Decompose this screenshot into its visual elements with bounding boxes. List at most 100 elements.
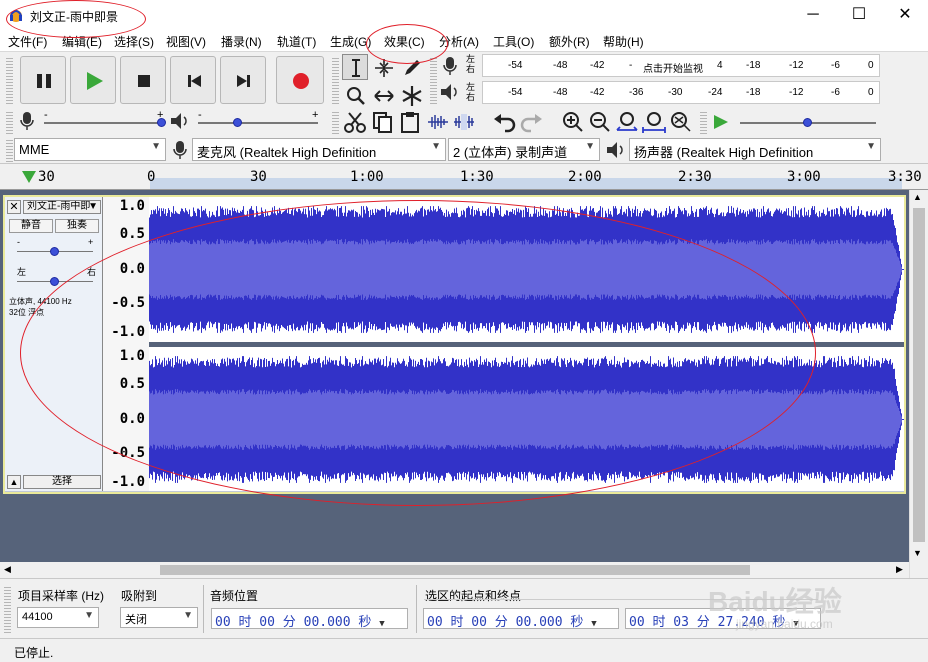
waveform-display[interactable] (149, 197, 904, 491)
audio-position-field[interactable]: 00 时 00 分 00.000 秒 ▼ (211, 608, 408, 629)
recording-device-select[interactable]: 麦克风 (Realtek High Definition ▼ (192, 138, 446, 161)
menu-file[interactable]: 文件(F) (8, 33, 47, 50)
paste-icon[interactable] (398, 110, 424, 134)
selection-range-label: 选区的起点和终点 (425, 589, 522, 603)
horizontal-scrollbar[interactable]: ◀ ▶ (0, 562, 909, 578)
speaker-icon[interactable] (438, 81, 460, 103)
toolbar-grip[interactable] (700, 110, 707, 134)
record-volume-slider[interactable] (44, 122, 162, 124)
vertical-scrollbar[interactable]: ▲ ▼ (909, 190, 928, 578)
collapse-track-button[interactable]: ▲ (7, 475, 21, 489)
toolbar-grip[interactable] (4, 585, 11, 633)
skip-start-button[interactable] (170, 56, 216, 104)
toolbar-grip[interactable] (6, 110, 13, 134)
close-track-button[interactable]: ✕ (7, 200, 21, 214)
menu-tools[interactable]: 工具(O) (493, 33, 534, 50)
skip-end-button[interactable] (220, 56, 266, 104)
scissors-icon[interactable] (342, 110, 368, 134)
zoom-tool[interactable] (342, 82, 368, 108)
scroll-left-icon[interactable]: ◀ (4, 564, 11, 575)
play-speed-knob[interactable] (803, 118, 812, 127)
minimize-button[interactable]: ─ (790, 0, 836, 30)
play-volume-knob[interactable] (232, 118, 242, 127)
toolbar-grip[interactable] (430, 56, 437, 106)
meter-channel-labels: 左右 (466, 82, 476, 102)
play-volume-slider[interactable] (198, 122, 318, 124)
timeline-ruler[interactable]: 30 0 30 1:00 1:30 2:00 2:30 3:00 3:30 (0, 165, 928, 190)
copy-icon[interactable] (370, 110, 396, 134)
scroll-thumb[interactable] (913, 208, 925, 542)
multi-tool[interactable] (398, 82, 424, 108)
play-button[interactable] (70, 56, 116, 104)
toolbar-grip[interactable] (332, 110, 339, 134)
slider-min-label: - (198, 109, 202, 121)
gain-knob[interactable] (50, 247, 59, 256)
redo-icon[interactable] (518, 110, 544, 134)
fit-selection-icon[interactable] (614, 110, 640, 134)
chevron-down-icon: ▼ (88, 201, 98, 212)
pin-play-head-icon[interactable] (20, 169, 38, 185)
menu-transport[interactable]: 播录(N) (221, 33, 262, 50)
ruler-label: 30 (38, 169, 55, 185)
silence-audio-icon[interactable] (452, 110, 476, 134)
play-at-speed-icon[interactable] (708, 110, 732, 134)
scroll-thumb[interactable] (160, 565, 750, 575)
meter-tick-label: -30 (668, 87, 683, 98)
track-name-menu[interactable]: 刘文正-雨中即 ▼ (23, 200, 101, 214)
meter-tick-label: 0 (868, 87, 874, 98)
toolbar-grip[interactable] (332, 56, 339, 106)
menu-tracks[interactable]: 轨道(T) (277, 33, 316, 50)
pan-knob[interactable] (50, 277, 59, 286)
amplitude-label: -0.5 (111, 445, 145, 461)
channel-separator (149, 342, 904, 347)
select-track-button[interactable]: 选择 (23, 475, 101, 489)
scroll-up-icon[interactable]: ▲ (913, 192, 922, 202)
ruler-label: 2:30 (678, 169, 712, 185)
stop-button[interactable] (120, 56, 166, 104)
project-rate-select[interactable]: 44100 ▼ (17, 607, 99, 628)
scroll-down-icon[interactable]: ▼ (913, 548, 922, 558)
zoom-in-icon[interactable] (560, 110, 586, 134)
envelope-tool[interactable] (370, 54, 396, 80)
record-volume-knob[interactable] (157, 118, 166, 127)
menu-select[interactable]: 选择(S) (114, 33, 154, 50)
amplitude-ruler[interactable]: 1.0 0.5 0.0 -0.5 -1.0 1.0 0.5 0.0 -0.5 -… (103, 197, 149, 491)
maximize-button[interactable]: ☐ (836, 0, 882, 30)
time-shift-tool[interactable] (370, 82, 396, 108)
menu-analyze[interactable]: 分析(A) (439, 33, 479, 50)
menu-help[interactable]: 帮助(H) (603, 33, 644, 50)
mute-button[interactable]: 静音 (9, 219, 53, 233)
fit-project-icon[interactable] (641, 110, 667, 134)
selection-tool[interactable] (342, 54, 368, 80)
undo-icon[interactable] (492, 110, 518, 134)
trim-audio-icon[interactable] (426, 110, 450, 134)
meter-tick-label: -18 (746, 87, 761, 98)
microphone-icon[interactable] (440, 55, 460, 77)
record-button[interactable] (276, 56, 324, 104)
menu-view[interactable]: 视图(V) (166, 33, 206, 50)
menu-generate[interactable]: 生成(G) (330, 33, 371, 50)
status-bar: 已停止. (0, 638, 928, 662)
play-icon (87, 72, 103, 90)
zoom-out-icon[interactable] (587, 110, 613, 134)
recording-channels-select[interactable]: 2 (立体声) 录制声道 ▼ (448, 138, 600, 161)
snap-select[interactable]: 关闭 ▼ (120, 607, 198, 628)
menu-extra[interactable]: 额外(R) (549, 33, 590, 50)
scroll-right-icon[interactable]: ▶ (896, 564, 903, 575)
menu-edit[interactable]: 编辑(E) (62, 33, 102, 50)
solo-button[interactable]: 独奏 (55, 219, 99, 233)
playback-meter[interactable]: -54 -48 -42 -36 -30 -24 -18 -12 -6 0 (482, 81, 880, 104)
toolbar-grip[interactable] (6, 56, 13, 106)
toolbar-grip[interactable] (6, 138, 13, 162)
close-button[interactable]: ✕ (882, 0, 928, 30)
record-meter[interactable]: -54 -48 -42 - 点击开始监视 4 -18 -12 -6 0 (482, 54, 880, 77)
selection-start-field[interactable]: 00 时 00 分 00.000 秒 ▼ (423, 608, 619, 629)
menu-effect[interactable]: 效果(C) (384, 33, 425, 50)
pause-button[interactable] (20, 56, 66, 104)
zoom-toggle-icon[interactable] (668, 110, 694, 134)
slider-min-label: - (44, 109, 48, 121)
audio-host-select[interactable]: MME ▼ (14, 138, 166, 161)
draw-tool[interactable] (398, 54, 424, 80)
playback-device-select[interactable]: 扬声器 (Realtek High Definition ▼ (629, 138, 881, 161)
speaker-icon (171, 113, 187, 129)
